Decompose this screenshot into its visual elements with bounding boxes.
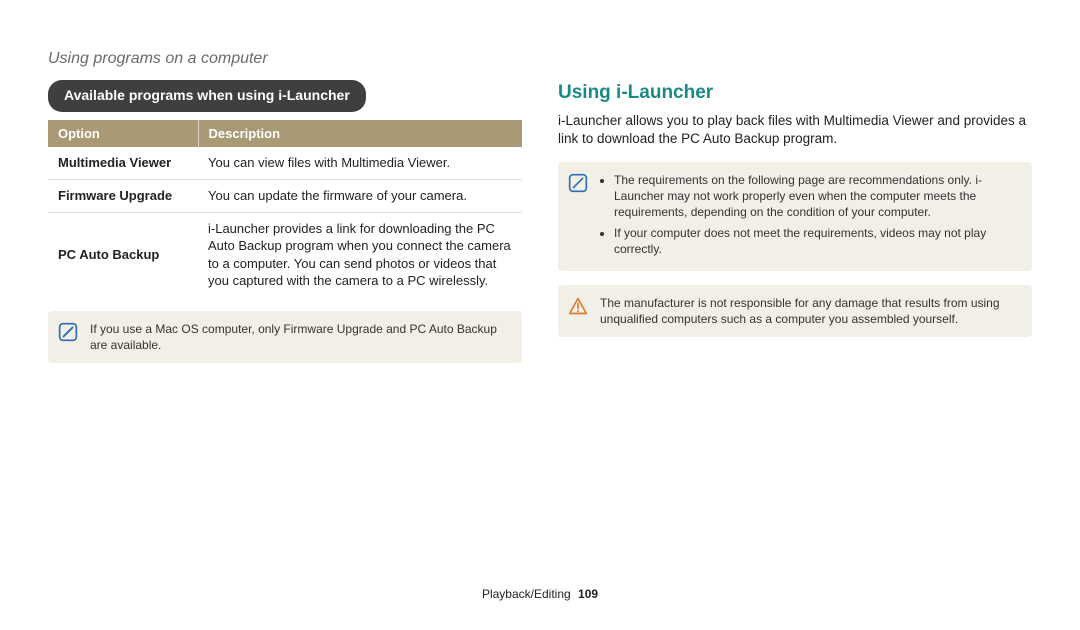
intro-paragraph: i-Launcher allows you to play back files… bbox=[558, 112, 1032, 148]
breadcrumb: Using programs on a computer bbox=[48, 48, 268, 70]
table-row: Multimedia Viewer You can view files wit… bbox=[48, 147, 522, 179]
th-option: Option bbox=[48, 120, 198, 148]
info-icon bbox=[568, 172, 590, 197]
left-column: Available programs when using i-Launcher… bbox=[48, 44, 522, 363]
mac-note-callout: If you use a Mac OS computer, only Firmw… bbox=[48, 311, 522, 363]
requirements-note-callout: The requirements on the following page a… bbox=[558, 162, 1032, 271]
cell-desc: You can view files with Multimedia Viewe… bbox=[198, 147, 522, 179]
cell-desc: i-Launcher provides a link for downloadi… bbox=[198, 212, 522, 297]
warning-text: The manufacturer is not responsible for … bbox=[600, 295, 1020, 327]
mac-note-text: If you use a Mac OS computer, only Firmw… bbox=[90, 321, 510, 353]
info-icon bbox=[58, 321, 80, 346]
footer-section: Playback/Editing bbox=[482, 587, 571, 601]
warning-callout: The manufacturer is not responsible for … bbox=[558, 285, 1032, 337]
note-item: If your computer does not meet the requi… bbox=[614, 225, 1020, 257]
cell-desc: You can update the firmware of your came… bbox=[198, 179, 522, 212]
section-pill: Available programs when using i-Launcher bbox=[48, 80, 366, 112]
page-number: 109 bbox=[578, 587, 598, 601]
table-row: PC Auto Backup i-Launcher provides a lin… bbox=[48, 212, 522, 297]
section-heading: Using i-Launcher bbox=[558, 80, 1032, 106]
note-item: The requirements on the following page a… bbox=[614, 172, 1020, 221]
warning-icon bbox=[568, 295, 590, 320]
page-footer: Playback/Editing 109 bbox=[0, 586, 1080, 602]
table-row: Firmware Upgrade You can update the firm… bbox=[48, 179, 522, 212]
right-column: Using i-Launcher i-Launcher allows you t… bbox=[558, 44, 1032, 363]
programs-table: Option Description Multimedia Viewer You… bbox=[48, 120, 522, 297]
cell-option: Multimedia Viewer bbox=[48, 147, 198, 179]
th-description: Description bbox=[198, 120, 522, 148]
cell-option: Firmware Upgrade bbox=[48, 179, 198, 212]
cell-option: PC Auto Backup bbox=[48, 212, 198, 297]
note-list: The requirements on the following page a… bbox=[600, 172, 1020, 257]
